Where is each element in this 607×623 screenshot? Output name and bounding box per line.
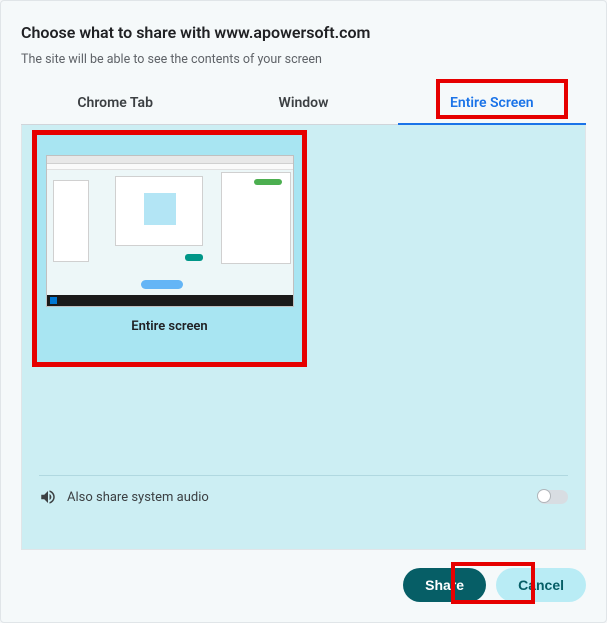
dialog-title: Choose what to share with www.apowersoft… — [21, 23, 586, 42]
toggle-knob — [537, 489, 551, 503]
screen-thumbnail — [46, 155, 294, 307]
share-screen-dialog: Choose what to share with www.apowersoft… — [0, 0, 607, 623]
audio-toggle[interactable] — [538, 490, 568, 504]
screen-selection-area: Entire screen Also share system audio — [21, 125, 586, 550]
dialog-subtitle: The site will be able to see the content… — [21, 52, 586, 67]
dialog-footer: Share Cancel — [21, 550, 586, 602]
share-button[interactable]: Share — [403, 568, 486, 602]
cancel-button[interactable]: Cancel — [496, 568, 586, 602]
sound-icon — [39, 488, 57, 506]
screen-option-label: Entire screen — [37, 319, 302, 334]
audio-share-row: Also share system audio — [39, 475, 568, 506]
audio-share-label: Also share system audio — [67, 490, 528, 505]
tab-entire-screen[interactable]: Entire Screen — [398, 85, 586, 125]
tab-chrome-tab[interactable]: Chrome Tab — [21, 85, 209, 125]
screen-option-entire[interactable]: Entire screen — [32, 130, 307, 367]
tab-bar: Chrome Tab Window Entire Screen — [21, 85, 586, 125]
tab-window[interactable]: Window — [209, 85, 397, 125]
